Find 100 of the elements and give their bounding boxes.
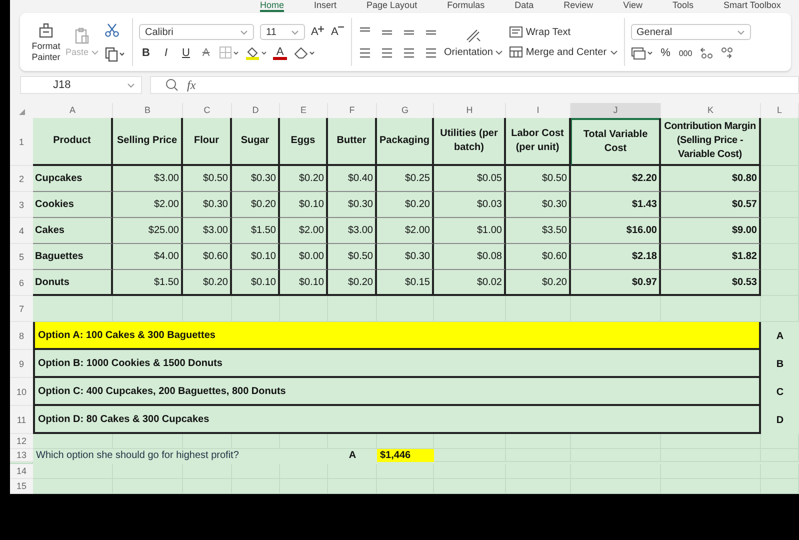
- select-all-icon[interactable]: [18, 108, 26, 116]
- empty-cell: [761, 434, 799, 449]
- number-format-dropdown[interactable]: General: [630, 24, 751, 40]
- font-size-dropdown[interactable]: 11: [260, 24, 305, 40]
- table-cell: $2.00: [377, 218, 434, 244]
- table-cell: $2.00: [113, 192, 183, 218]
- column-header[interactable]: B: [113, 103, 183, 120]
- table-cell: $3.00: [328, 218, 377, 244]
- align-icon[interactable]: [380, 47, 394, 59]
- scissors-icon[interactable]: [104, 22, 120, 38]
- font-name-dropdown[interactable]: Calibri: [139, 24, 254, 40]
- align-icon[interactable]: [358, 47, 372, 59]
- table-cell: $1.43: [571, 192, 661, 218]
- decrease-decimal-icon[interactable]: [718, 46, 733, 60]
- table-cell: Donuts: [33, 270, 113, 296]
- menu-tab[interactable]: Formulas: [447, 0, 485, 12]
- table-cell: $3.50: [506, 218, 571, 244]
- row-number[interactable]: 12: [10, 434, 33, 449]
- column-heading-cell: Butter: [328, 118, 377, 166]
- thousands-button[interactable]: 000: [678, 48, 693, 58]
- table-cell: $0.80: [661, 166, 761, 192]
- column-header[interactable]: F: [328, 103, 377, 120]
- menu-tab[interactable]: Tools: [672, 0, 694, 12]
- bold-button[interactable]: B: [139, 47, 153, 59]
- font-color-button[interactable]: A: [273, 46, 287, 60]
- table-cell: $0.15: [377, 270, 434, 296]
- table-cell: Baguettes: [33, 244, 113, 270]
- row-number[interactable]: 11: [10, 406, 33, 434]
- row-number[interactable]: 13: [10, 449, 33, 462]
- row-number[interactable]: 7: [10, 296, 33, 322]
- column-header[interactable]: J: [571, 103, 661, 120]
- row-number[interactable]: 8: [10, 322, 33, 350]
- eraser-icon[interactable]: [293, 46, 315, 60]
- empty-cell: [280, 434, 328, 449]
- empty-cell: [328, 434, 377, 449]
- empty-cell: [761, 479, 799, 494]
- plus-icon: [318, 26, 324, 32]
- column-header[interactable]: E: [280, 103, 328, 120]
- column-heading-cell: Eggs: [280, 118, 328, 166]
- answer-cell-text: A: [348, 449, 358, 462]
- orientation-button[interactable]: Orientation: [444, 26, 503, 58]
- formula-input[interactable]: fx: [150, 76, 799, 94]
- row-number[interactable]: 6: [10, 270, 33, 296]
- align-icon[interactable]: [424, 47, 438, 59]
- column-header[interactable]: L: [761, 103, 799, 120]
- row-number[interactable]: 14: [10, 464, 33, 479]
- row-number[interactable]: 2: [10, 166, 33, 192]
- column-header[interactable]: K: [661, 103, 761, 120]
- align-icon[interactable]: [402, 47, 416, 59]
- table-cell: $1.50: [113, 270, 183, 296]
- fill-bucket-icon[interactable]: [245, 46, 267, 60]
- option-cell: Option D: 80 Cakes & 300 Cupcakes: [33, 406, 761, 434]
- copy-icon[interactable]: [104, 46, 126, 62]
- table-cell: $0.20: [328, 270, 377, 296]
- empty-cell: [328, 479, 377, 494]
- answer-cell-text: B: [775, 358, 785, 372]
- percent-button[interactable]: %: [658, 47, 673, 59]
- menu-tab[interactable]: Insert: [314, 0, 337, 12]
- row-number[interactable]: 5: [10, 244, 33, 270]
- table-cell: $0.50: [183, 166, 232, 192]
- row-number[interactable]: 4: [10, 218, 33, 244]
- merge-button[interactable]: Merge and Center: [508, 46, 618, 58]
- format-painter-button[interactable]: Format Painter: [28, 21, 64, 63]
- menu-tab[interactable]: View: [623, 0, 642, 12]
- name-box[interactable]: J18: [20, 76, 142, 94]
- row-number[interactable]: 15: [10, 479, 33, 494]
- strikethrough-button[interactable]: A: [199, 47, 213, 59]
- question-cell-text: Which option she should go for highest profit?: [35, 449, 240, 462]
- row-number[interactable]: 10: [10, 378, 33, 406]
- column-header[interactable]: G: [377, 103, 434, 120]
- currency-icon[interactable]: [630, 46, 653, 60]
- empty-cell: [113, 479, 183, 494]
- table-cell: $0.10: [232, 244, 280, 270]
- column-header[interactable]: H: [434, 103, 506, 120]
- shrink-font-button[interactable]: A: [331, 26, 345, 38]
- column-heading-cell: Product: [33, 118, 113, 166]
- row-number[interactable]: 9: [10, 350, 33, 378]
- row-number[interactable]: 1: [10, 118, 33, 166]
- empty-cell: [183, 434, 232, 449]
- wrap-text-button[interactable]: Wrap Text: [508, 26, 618, 38]
- column-header[interactable]: D: [232, 103, 280, 120]
- empty-cell: [232, 479, 280, 494]
- clipboard-icon: [75, 27, 89, 44]
- underline-button[interactable]: U: [179, 47, 193, 59]
- table-cell: $3.00: [113, 166, 183, 192]
- increase-decimal-icon[interactable]: [698, 46, 713, 60]
- table-cell: $2.20: [571, 166, 661, 192]
- caret-icon: [291, 28, 299, 36]
- column-header[interactable]: C: [183, 103, 232, 120]
- menu-tab[interactable]: Page Layout: [366, 0, 418, 12]
- table-cell: $16.00: [571, 218, 661, 244]
- italic-button[interactable]: I: [159, 47, 173, 59]
- menu-tab[interactable]: Data: [514, 0, 534, 12]
- menu-tab[interactable]: Smart Toolbox: [724, 0, 781, 12]
- menu-tab[interactable]: Review: [564, 0, 594, 12]
- table-cell: $0.00: [280, 244, 328, 270]
- empty-cell: [761, 270, 799, 296]
- table-cell: $1.82: [661, 244, 761, 270]
- grow-font-button[interactable]: A: [311, 26, 325, 38]
- row-number[interactable]: 3: [10, 192, 33, 218]
